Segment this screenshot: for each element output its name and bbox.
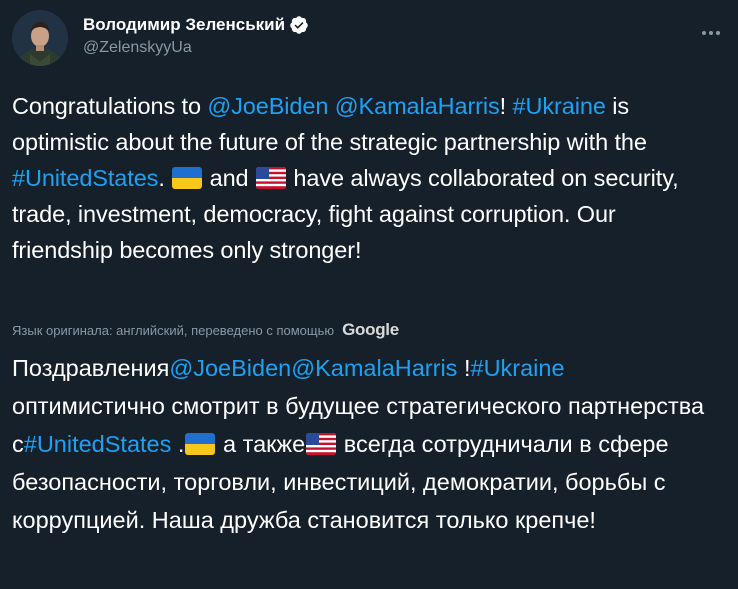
- verified-badge-icon: [289, 15, 309, 35]
- translated-paragraph: Поздравления@JoeBiden@KamalaHarris !#Ukr…: [12, 349, 718, 539]
- mention-kamalaharris[interactable]: @KamalaHarris: [335, 93, 500, 119]
- more-options-icon[interactable]: [698, 20, 724, 46]
- translated-hashtag-unitedstates[interactable]: #UnitedStates: [24, 431, 172, 457]
- tweet-and: and: [203, 165, 255, 191]
- dot: [702, 31, 706, 35]
- google-logo[interactable]: Google: [342, 320, 399, 340]
- tweet-intro: Congratulations to: [12, 93, 201, 119]
- translated-mention-kamalaharris[interactable]: @KamalaHarris: [291, 355, 457, 381]
- hashtag-unitedstates[interactable]: #UnitedStates: [12, 165, 158, 191]
- dot: [709, 31, 713, 35]
- ukraine-flag-icon: [172, 167, 203, 189]
- dot: [716, 31, 720, 35]
- ukraine-flag-icon: [185, 433, 216, 455]
- author-display-name[interactable]: Володимир Зеленський: [83, 15, 285, 35]
- translated-and: а также: [216, 431, 306, 457]
- translation-note-text: Язык оригинала: английский, переведено с…: [12, 322, 335, 338]
- translated-after-us: .: [171, 431, 185, 457]
- hashtag-ukraine[interactable]: #Ukraine: [513, 93, 606, 119]
- tweet-after-us: .: [158, 165, 172, 191]
- tweet-card: Володимир Зеленський @ZelenskyyUa Congra…: [0, 0, 738, 589]
- avatar-image: [12, 10, 68, 66]
- tweet-exclamation: !: [499, 93, 507, 119]
- tweet-header: Володимир Зеленський @ZelenskyyUa: [12, 10, 726, 66]
- translated-text: Поздравления@JoeBiden@KamalaHarris !#Ukr…: [12, 349, 718, 539]
- avatar[interactable]: [12, 10, 68, 66]
- author-info: Володимир Зеленський @ZelenskyyUa: [83, 14, 309, 57]
- translation-note: Язык оригинала: английский, переведено с…: [12, 320, 399, 340]
- translated-intro: Поздравления: [12, 355, 170, 381]
- us-flag-icon: [255, 167, 286, 189]
- tweet-text: Congratulations to @JoeBiden @KamalaHarr…: [12, 88, 718, 268]
- author-name-row: Володимир Зеленський: [83, 14, 309, 36]
- us-flag-icon: [306, 433, 337, 455]
- translated-mention-joebiden[interactable]: @JoeBiden: [169, 355, 291, 381]
- translated-hashtag-ukraine[interactable]: #Ukraine: [471, 355, 565, 381]
- translated-exclamation: !: [457, 355, 471, 381]
- tweet-paragraph: Congratulations to @JoeBiden @KamalaHarr…: [12, 88, 718, 268]
- author-handle[interactable]: @ZelenskyyUa: [83, 39, 309, 57]
- mention-joebiden[interactable]: @JoeBiden: [207, 93, 328, 119]
